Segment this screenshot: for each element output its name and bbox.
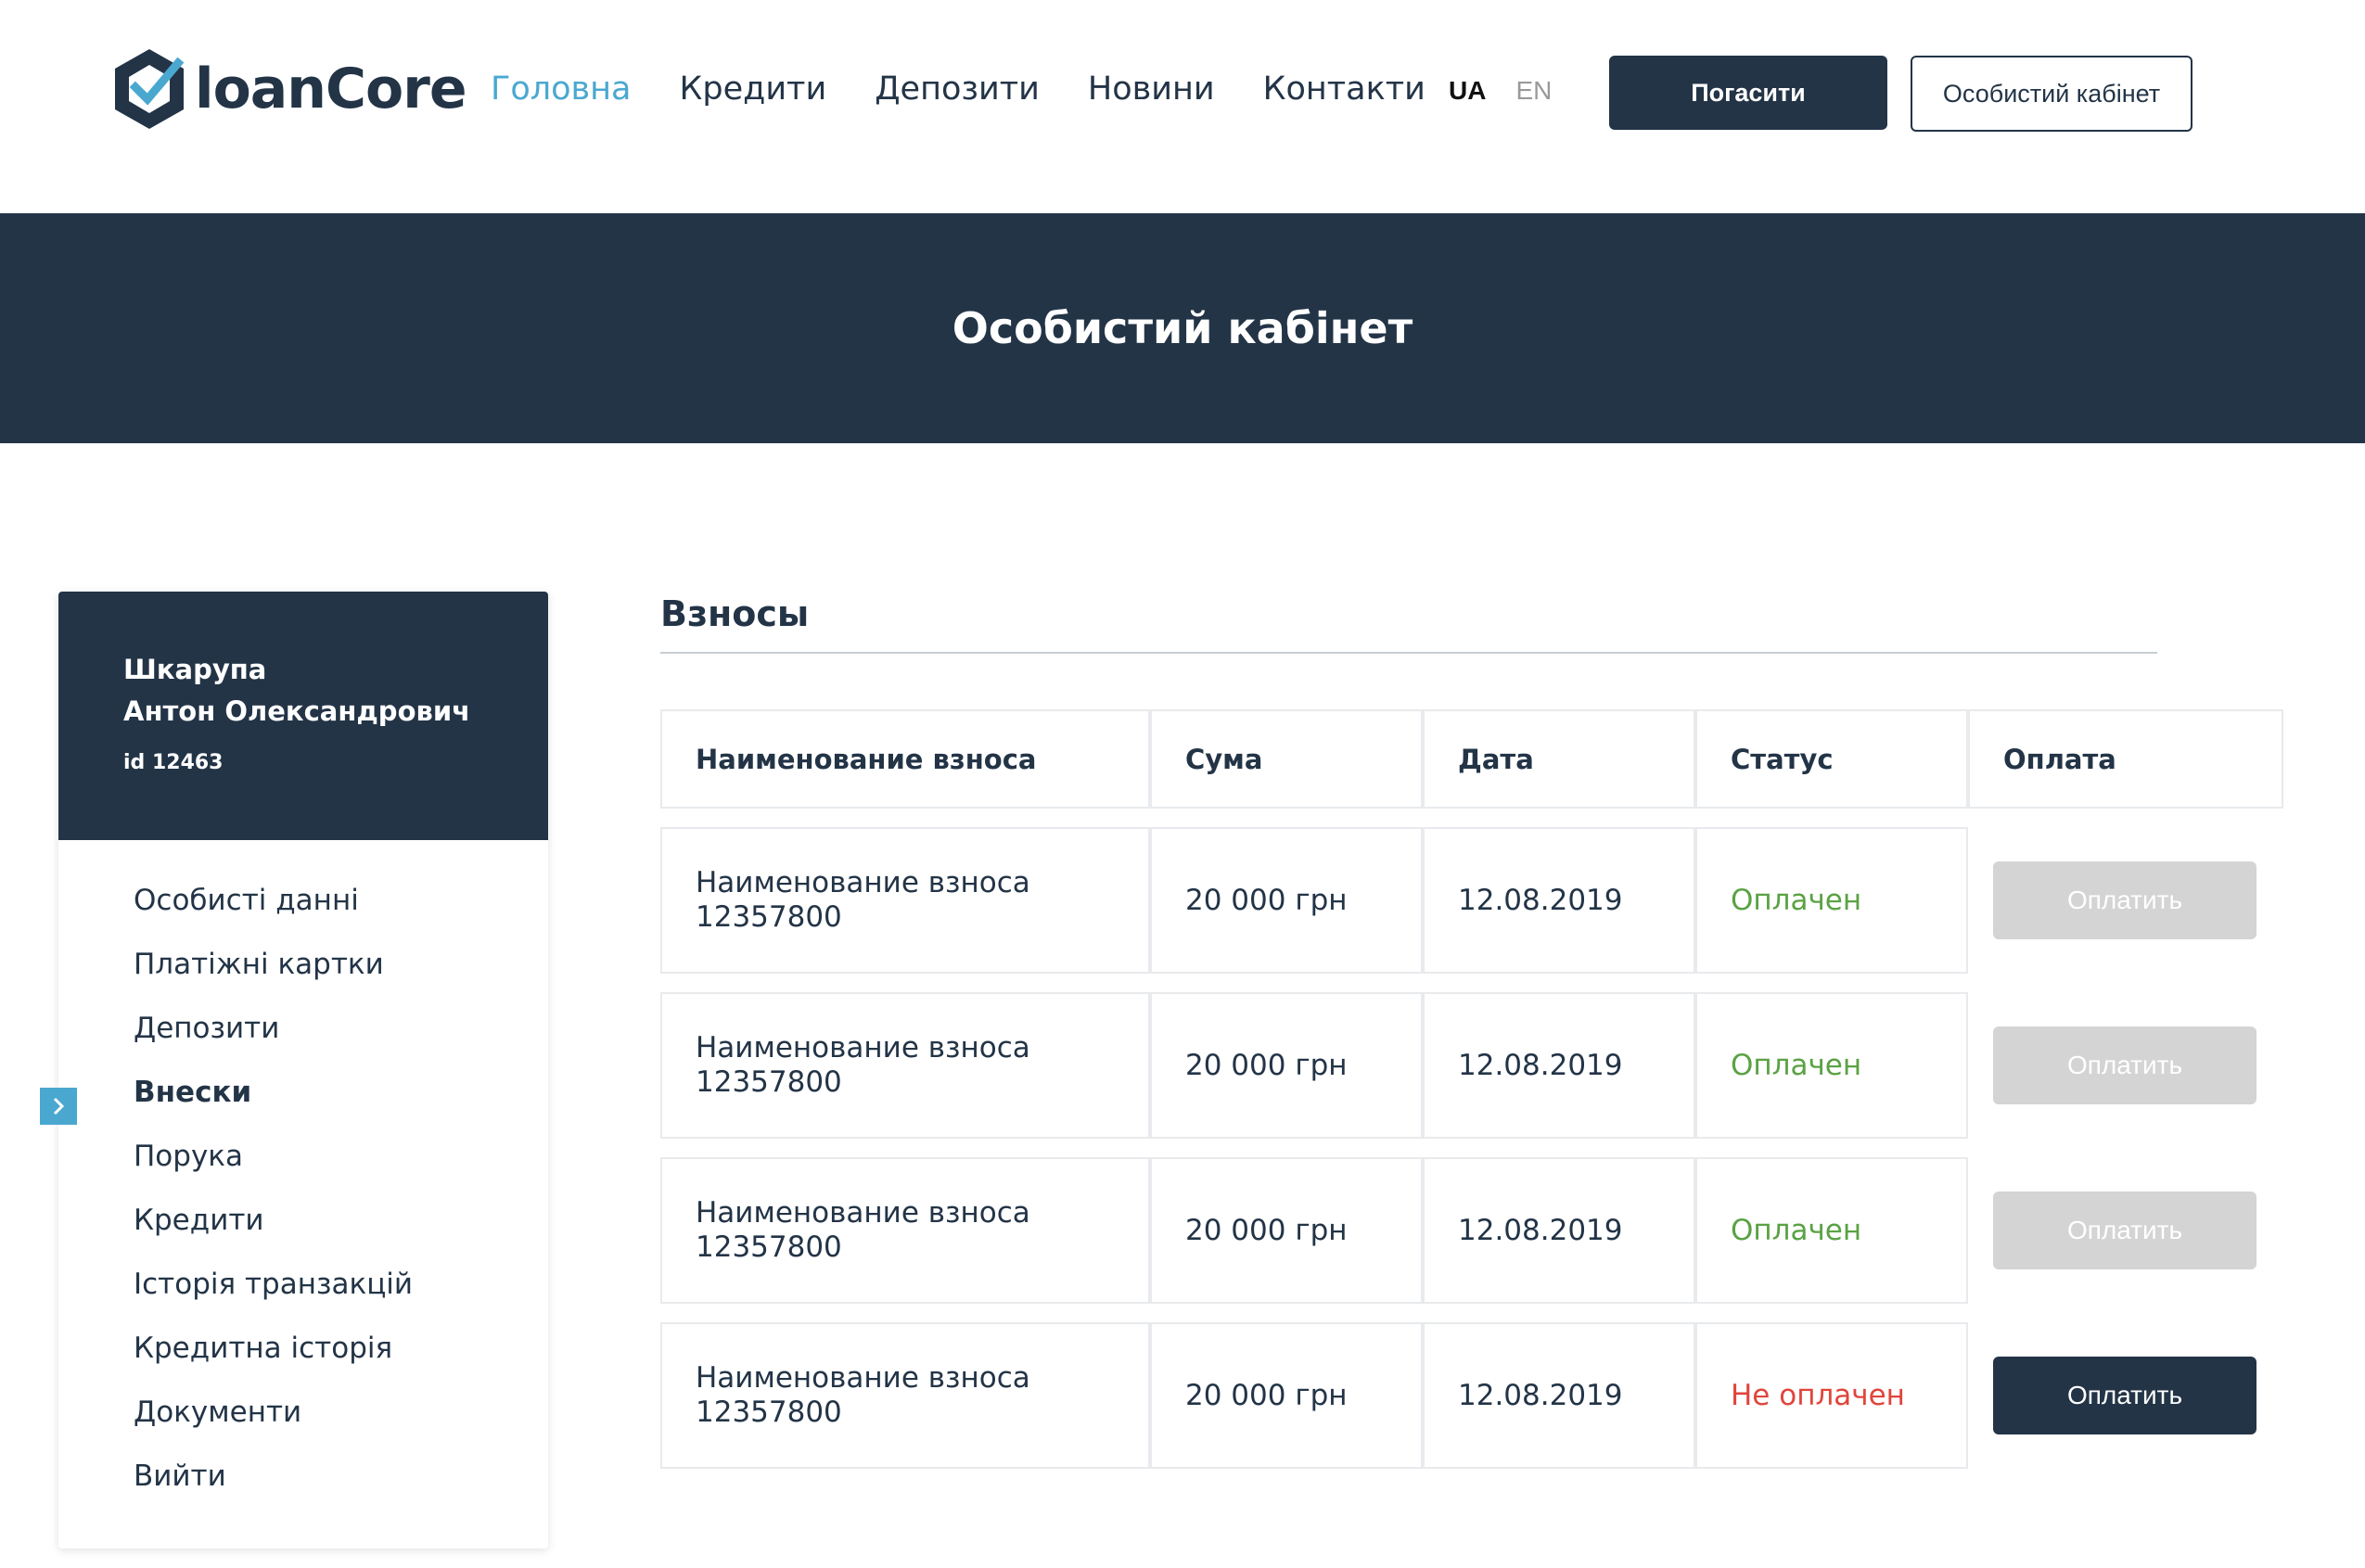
table-row-name: Наименование взноса 12357800 — [660, 1322, 1150, 1469]
row-number-text: 12357800 — [696, 1396, 842, 1429]
table-row-name: Наименование взноса 12357800 — [660, 992, 1150, 1139]
profile-last-name: Шкарупа — [123, 654, 267, 685]
profile-card: Шкарупа Антон Олександрович id 12463 — [58, 592, 548, 840]
sidebar-item-payment-cards[interactable]: Платіжні картки — [134, 946, 413, 1010]
nav-item-home[interactable]: Головна — [491, 70, 632, 108]
profile-name: Шкарупа Антон Олександрович — [123, 649, 470, 733]
table-row-name: Наименование взноса 12357800 — [660, 827, 1150, 974]
row-number-text: 12357800 — [696, 900, 842, 934]
hero-banner: Особистий кабінет — [0, 213, 2365, 443]
pay-button[interactable]: Оплатить — [1993, 1026, 2256, 1104]
main-nav: Головна Кредити Депозити Новини Контакти — [491, 70, 1425, 108]
row-name-text: Наименование взноса — [696, 866, 1030, 899]
logo-hexagon-check-icon — [115, 49, 185, 129]
table-row-date: 12.08.2019 — [1423, 827, 1695, 974]
table-row-name: Наименование взноса 12357800 — [660, 1157, 1150, 1304]
sidebar-item-personal-data[interactable]: Особисті данні — [134, 882, 413, 946]
table-row-amount: 20 000 грн — [1150, 992, 1423, 1139]
pay-button[interactable]: Оплатить — [1993, 861, 2256, 939]
nav-item-news[interactable]: Новини — [1088, 70, 1215, 108]
pay-button[interactable]: Оплатить — [1993, 1357, 2256, 1434]
sidebar-item-contributions[interactable]: Внески — [134, 1074, 413, 1138]
lang-en[interactable]: EN — [1515, 76, 1552, 106]
language-switcher: UA EN — [1449, 76, 1552, 106]
status-badge: Оплачен — [1695, 827, 1968, 974]
sidebar-item-credit-history[interactable]: Кредитна історія — [134, 1330, 413, 1394]
lang-ua[interactable]: UA — [1449, 76, 1486, 106]
status-badge: Оплачен — [1695, 992, 1968, 1139]
table-header-date: Дата — [1423, 709, 1695, 809]
logo-text: loanCore — [195, 57, 467, 121]
sidebar-item-guarantee[interactable]: Порука — [134, 1138, 413, 1202]
nav-item-contacts[interactable]: Контакти — [1263, 70, 1425, 108]
table-header-payment: Оплата — [1968, 709, 2283, 809]
personal-cabinet-button[interactable]: Особистий кабінет — [1911, 56, 2192, 132]
profile-id: id 12463 — [123, 751, 224, 774]
nav-item-deposits[interactable]: Депозити — [875, 70, 1040, 108]
nav-item-credits[interactable]: Кредити — [680, 70, 827, 108]
row-name-text: Наименование взноса — [696, 1031, 1030, 1064]
sidebar-item-deposits[interactable]: Депозити — [134, 1010, 413, 1074]
sidebar-item-transaction-history[interactable]: Історія транзакцій — [134, 1266, 413, 1330]
table-header-status: Статус — [1695, 709, 1968, 809]
chevron-right-icon — [40, 1088, 77, 1125]
section-divider — [660, 652, 2157, 654]
row-name-text: Наименование взноса — [696, 1196, 1030, 1230]
status-badge: Оплачен — [1695, 1157, 1968, 1304]
table-row-date: 12.08.2019 — [1423, 1322, 1695, 1469]
sidebar-menu: Особисті данні Платіжні картки Депозити … — [134, 882, 413, 1522]
profile-first-name: Антон Олександрович — [123, 695, 471, 727]
status-badge: Не оплачен — [1695, 1322, 1968, 1469]
sidebar-item-credits[interactable]: Кредити — [134, 1202, 413, 1266]
table-header-amount: Сума — [1150, 709, 1423, 809]
page-title: Особистий кабінет — [952, 303, 1413, 353]
sidebar: Шкарупа Антон Олександрович id 12463 Осо… — [58, 592, 548, 1549]
pay-button[interactable]: Оплатить — [1993, 1192, 2256, 1269]
sidebar-item-logout[interactable]: Вийти — [134, 1458, 413, 1522]
row-number-text: 12357800 — [696, 1230, 842, 1264]
row-number-text: 12357800 — [696, 1065, 842, 1099]
table-row-date: 12.08.2019 — [1423, 1157, 1695, 1304]
table-header-name: Наименование взноса — [660, 709, 1150, 809]
sidebar-item-documents[interactable]: Документи — [134, 1394, 413, 1458]
logo[interactable]: loanCore — [111, 46, 467, 132]
site-header: loanCore Головна Кредити Депозити Новини… — [0, 0, 2365, 213]
repay-button[interactable]: Погасити — [1609, 56, 1887, 130]
table-row-date: 12.08.2019 — [1423, 992, 1695, 1139]
table-row-amount: 20 000 грн — [1150, 1322, 1423, 1469]
table-row-amount: 20 000 грн — [1150, 827, 1423, 974]
row-name-text: Наименование взноса — [696, 1361, 1030, 1395]
section-title: Взносы — [660, 593, 810, 634]
table-row-amount: 20 000 грн — [1150, 1157, 1423, 1304]
